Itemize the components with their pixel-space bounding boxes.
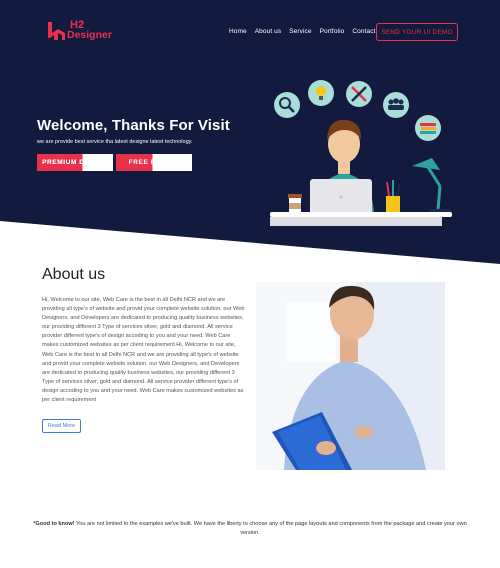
logo-line-2: Designer xyxy=(67,29,112,41)
premium-design-label: PREMIUM DESIGN xyxy=(42,159,108,166)
pencil-holder xyxy=(386,180,401,214)
nav-service[interactable]: Service xyxy=(289,28,311,35)
logo-text: H2 Designer xyxy=(67,20,112,41)
logo-mark-icon xyxy=(48,22,65,40)
hero-title: Welcome, Thanks For Visit xyxy=(37,117,230,134)
books-icon xyxy=(415,115,441,141)
lightbulb-icon xyxy=(308,80,334,106)
desk-top xyxy=(270,212,452,217)
nav-home[interactable]: Home xyxy=(229,28,247,35)
about-title: About us xyxy=(42,266,106,283)
search-icon xyxy=(274,92,300,118)
coffee-cup xyxy=(288,194,302,214)
nav-about[interactable]: About us xyxy=(255,28,281,35)
man-with-clipboard-image xyxy=(256,282,445,470)
about-photo xyxy=(256,282,445,470)
footer-note: *Good to know! You are not limited to th… xyxy=(30,520,470,538)
hero-subtitle: we are provide best service tha latest d… xyxy=(37,139,193,145)
footer-note-text: You are not limited to the examples we'v… xyxy=(74,521,467,536)
footer-note-bold: *Good to know! xyxy=(33,521,75,527)
hero-section: H2 Designer Home About us Service Portfo… xyxy=(0,0,500,265)
about-body: Hi, Welcome to our site, Web Care is the… xyxy=(42,297,245,404)
brand-logo[interactable]: H2 Designer xyxy=(46,19,116,45)
team-icon xyxy=(383,92,409,118)
main-nav: Home About us Service Portfolio Contact xyxy=(229,28,375,35)
premium-design-button[interactable]: PREMIUM DESIGN xyxy=(37,154,113,171)
desk-lamp xyxy=(412,158,450,214)
desk-edge xyxy=(270,217,442,226)
pencil-ruler-icon xyxy=(346,81,372,107)
laptop xyxy=(310,179,372,215)
free-design-button[interactable]: FREE DESIGN xyxy=(116,154,192,171)
nav-portfolio[interactable]: Portfolio xyxy=(320,28,345,35)
read-more-button[interactable]: Read More xyxy=(42,419,81,433)
hero-illustration xyxy=(270,80,452,226)
send-ui-demo-button[interactable]: SEND YOUR UI DEMO xyxy=(376,23,458,41)
nav-contact[interactable]: Contact xyxy=(352,28,375,35)
free-design-label: FREE DESIGN xyxy=(128,159,180,166)
